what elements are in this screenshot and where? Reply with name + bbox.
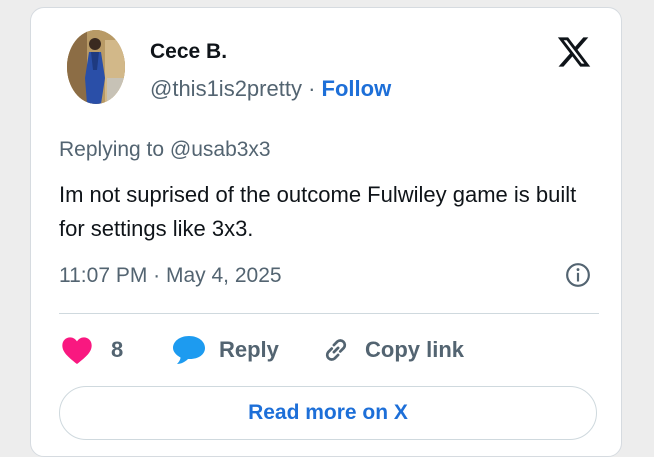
- author-name[interactable]: Cece B.: [150, 40, 227, 64]
- embedded-tweet-card: Cece B. @this1is2pretty · Follow Replyin…: [30, 7, 622, 457]
- divider: [59, 313, 599, 314]
- speech-bubble-icon: [173, 336, 205, 364]
- link-icon: [325, 339, 347, 361]
- avatar-photo: [67, 30, 125, 104]
- replying-to[interactable]: Replying to @usab3x3: [59, 138, 271, 162]
- reply-label: Reply: [219, 337, 279, 362]
- like-button[interactable]: 8: [61, 330, 123, 370]
- like-count: 8: [111, 337, 124, 362]
- copy-link-button[interactable]: Copy link: [319, 330, 464, 370]
- read-more-button[interactable]: Read more on X: [59, 386, 597, 440]
- follow-button[interactable]: Follow: [322, 76, 392, 101]
- author-handle-line: @this1is2pretty · Follow: [150, 76, 391, 102]
- copy-link-label: Copy link: [365, 337, 465, 362]
- action-bar: 8 Reply Copy link: [61, 330, 601, 370]
- author-handle[interactable]: @this1is2pretty: [150, 76, 302, 101]
- info-icon[interactable]: [565, 262, 591, 288]
- reply-button[interactable]: Reply: [171, 330, 279, 370]
- x-logo-icon[interactable]: [556, 34, 592, 70]
- heart-icon: [62, 337, 92, 364]
- avatar[interactable]: [67, 30, 125, 104]
- separator-dot: ·: [308, 76, 316, 101]
- tweet-timestamp[interactable]: 11:07 PM · May 4, 2025: [59, 264, 282, 288]
- tweet-text: Im not suprised of the outcome Fulwiley …: [59, 182, 577, 241]
